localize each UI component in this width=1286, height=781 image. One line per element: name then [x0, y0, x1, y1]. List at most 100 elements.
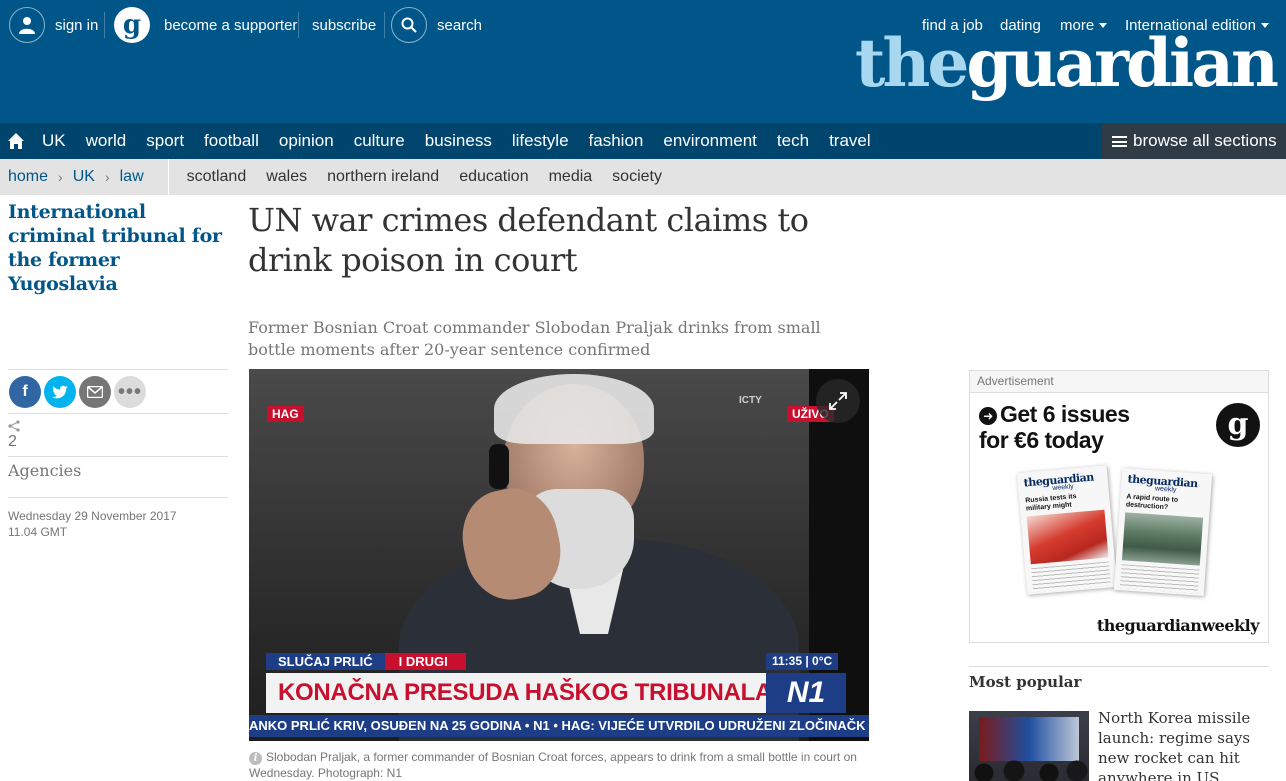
- tv-case-label: SLUČAJ PRLIĆ I DRUGI: [266, 653, 466, 670]
- logo-guardian: guardian: [966, 24, 1279, 102]
- article-standfirst: Former Bosnian Croat commander Slobodan …: [248, 318, 821, 359]
- twitter-share-button[interactable]: [44, 376, 76, 408]
- divider: [384, 12, 385, 38]
- share-count: 2: [8, 420, 20, 451]
- byline: Agencies: [8, 461, 82, 480]
- masthead: sign in g become a supporter subscribe s…: [0, 0, 1286, 123]
- menu-icon: [1112, 135, 1127, 147]
- paper-image: [1121, 512, 1204, 566]
- nav-item-travel[interactable]: travel: [819, 123, 881, 159]
- divider: [8, 369, 228, 370]
- browse-label: browse all sections: [1133, 131, 1277, 150]
- paper-text-lines: [1119, 564, 1200, 594]
- chevron-right-icon: ›: [58, 169, 63, 185]
- advertisement[interactable]: Advertisement ➜ Get 6 issues for €6 today…: [969, 370, 1269, 643]
- nav-item-uk[interactable]: UK: [32, 123, 76, 159]
- info-icon[interactable]: i: [249, 752, 262, 765]
- breadcrumb-uk[interactable]: UK: [73, 168, 95, 186]
- nav-item-football[interactable]: football: [194, 123, 269, 159]
- date-text: Wednesday 29 November 2017: [8, 509, 177, 523]
- nav-item-tech[interactable]: tech: [767, 123, 819, 159]
- subnav-item-society[interactable]: society: [612, 168, 662, 186]
- tv-time-temp: 11:35 | 0°C: [766, 653, 839, 670]
- subnav-item-scotland[interactable]: scotland: [187, 168, 247, 186]
- browse-all-sections-button[interactable]: browse all sections: [1102, 123, 1286, 159]
- time-text: 11.04 GMT: [8, 525, 68, 539]
- search-link[interactable]: search: [391, 0, 482, 50]
- video-figure-headset: [489, 444, 509, 489]
- email-icon: [87, 386, 103, 398]
- become-supporter-link[interactable]: g become a supporter: [114, 0, 297, 50]
- nav-item-sport[interactable]: sport: [136, 123, 194, 159]
- dateline: Wednesday 29 November 2017 11.04 GMT: [8, 508, 177, 540]
- nav-item-environment[interactable]: environment: [653, 123, 767, 159]
- subscribe-link[interactable]: subscribe: [312, 0, 376, 50]
- subscribe-label: subscribe: [312, 16, 377, 34]
- subnav-item-wales[interactable]: wales: [266, 168, 307, 186]
- tv-ticker: ANKO PRLIĆ KRIV, OSUĐEN NA 25 GODINA • N…: [249, 715, 869, 737]
- subnav-item-media[interactable]: media: [549, 168, 593, 186]
- most-popular-heading: Most popular: [969, 666, 1269, 691]
- sign-in-link[interactable]: sign in: [9, 0, 98, 50]
- paper-headline: A rapid route to destruction?: [1125, 493, 1179, 512]
- tv-case-name-2: I DRUGI: [384, 653, 466, 670]
- guardian-roundel-icon: g: [114, 7, 150, 43]
- divider: [8, 497, 228, 498]
- facebook-share-button[interactable]: f: [9, 376, 41, 408]
- ad-footer-logo: theguardianweekly: [1096, 616, 1260, 635]
- search-label: search: [437, 16, 483, 34]
- subnav-item-northern-ireland[interactable]: northern ireland: [327, 168, 439, 186]
- arrow-right-icon: ➜: [979, 407, 997, 425]
- home-button[interactable]: [0, 123, 32, 159]
- nav-item-opinion[interactable]: opinion: [269, 123, 344, 159]
- facebook-icon: f: [22, 383, 28, 400]
- breadcrumb-home[interactable]: home: [0, 168, 48, 186]
- video-figure-hair: [494, 374, 654, 444]
- nav-item-culture[interactable]: culture: [344, 123, 415, 159]
- article-headline: UN war crimes defendant claims to drink …: [248, 201, 809, 279]
- nav-item-fashion[interactable]: fashion: [579, 123, 654, 159]
- advertisement-label: Advertisement: [970, 371, 1268, 393]
- breadcrumb-law[interactable]: law: [120, 168, 144, 186]
- thumbnail-screen: [979, 717, 1079, 761]
- nav-item-world[interactable]: world: [76, 123, 137, 159]
- tv-case-name: SLUČAJ PRLIĆ: [266, 653, 385, 670]
- divider: [298, 12, 299, 38]
- divider: [104, 12, 105, 38]
- caption-text: Slobodan Praljak, a former commander of …: [249, 750, 857, 780]
- share-count-value: 2: [8, 433, 17, 450]
- share-buttons: f •••: [9, 376, 146, 408]
- tv-tag-location: HAG: [267, 406, 304, 422]
- ad-paper-2: theguardian weekly A rapid route to dest…: [1113, 468, 1213, 596]
- subnav: home › UK › law scotland wales northern …: [0, 159, 1286, 195]
- search-icon: [391, 7, 427, 43]
- tv-main-title: KONAČNA PRESUDA HAŠKOG TRIBUNALA: [266, 673, 772, 713]
- article-video[interactable]: HAG ICTY UŽIVO SLUČAJ PRLIĆ I DRUGI 11:3…: [249, 369, 869, 741]
- divider: [8, 456, 228, 457]
- guardian-logo[interactable]: theguardian: [855, 30, 1279, 96]
- twitter-icon: [52, 385, 68, 399]
- ellipsis-icon: •••: [117, 381, 142, 403]
- more-share-button[interactable]: •••: [114, 376, 146, 408]
- expand-button[interactable]: [816, 379, 860, 423]
- most-popular-thumbnail[interactable]: [969, 711, 1089, 781]
- ad-paper-1: theguardian weekly Russia tests its mili…: [1016, 465, 1118, 595]
- chevron-right-icon: ›: [104, 169, 110, 185]
- nav-item-lifestyle[interactable]: lifestyle: [502, 123, 579, 159]
- logo-the: the: [854, 24, 969, 102]
- image-caption: i Slobodan Praljak, a former commander of…: [249, 749, 879, 781]
- paper-text-lines: [1031, 561, 1111, 593]
- email-share-button[interactable]: [79, 376, 111, 408]
- divider: [167, 159, 169, 195]
- ad-headline-line2: for €6 today: [979, 427, 1104, 453]
- series-label[interactable]: International criminal tribunal for the …: [8, 200, 223, 296]
- divider: [8, 413, 228, 414]
- subnav-item-education[interactable]: education: [459, 168, 528, 186]
- nav-item-business[interactable]: business: [415, 123, 502, 159]
- most-popular-item-title[interactable]: North Korea missile launch: regime says …: [1098, 708, 1278, 781]
- become-supporter-label: become a supporter: [164, 16, 298, 34]
- guardian-roundel-icon: g: [1216, 403, 1260, 447]
- ad-headline: ➜ Get 6 issues for €6 today: [979, 401, 1130, 453]
- paper-image: [1026, 509, 1109, 565]
- expand-icon: [829, 392, 847, 410]
